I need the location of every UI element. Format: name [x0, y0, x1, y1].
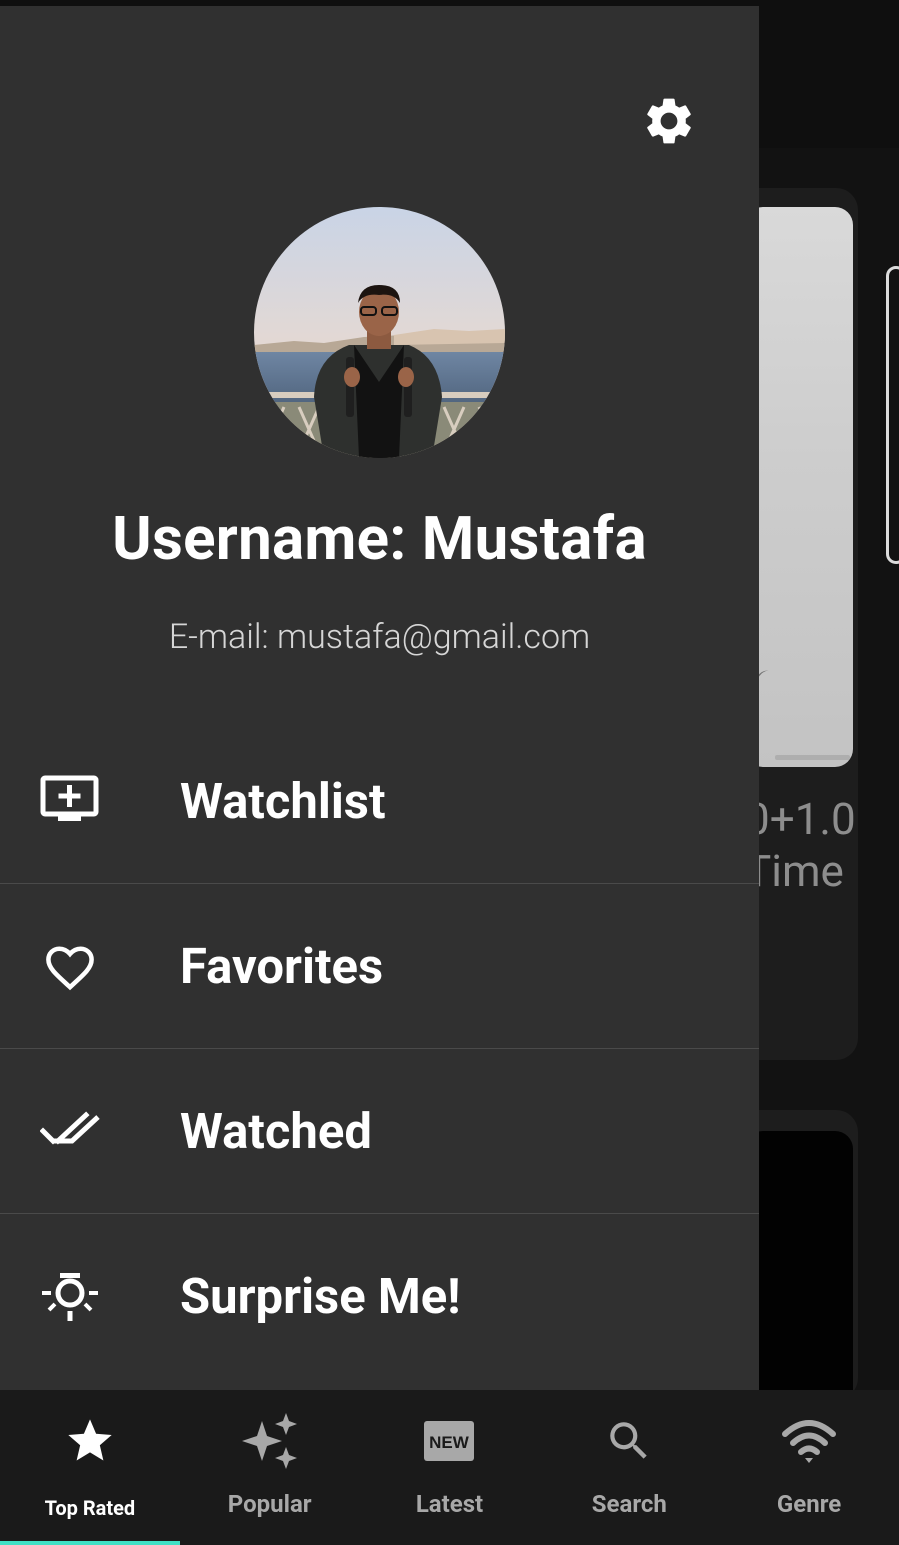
nav-label-genre: Genre	[776, 1490, 842, 1518]
menu-item-favorites[interactable]: Favorites	[0, 884, 759, 1049]
nav-label-top-rated: Top Rated	[44, 1496, 136, 1520]
new-badge-icon: NEW	[360, 1408, 540, 1474]
star-icon	[0, 1408, 180, 1474]
lightbulb-icon	[36, 1263, 104, 1331]
tv-add-icon	[36, 767, 104, 835]
poster-credit	[775, 755, 850, 760]
navigation-drawer: Username: Mustafa E-mail: mustafa@gmail.…	[0, 6, 759, 1390]
drawer-menu: Watchlist Favorites Watched Surprise Me!	[0, 719, 759, 1379]
wifi-icon	[719, 1408, 899, 1474]
sparkles-icon	[180, 1408, 360, 1474]
nav-popular[interactable]: Popular	[180, 1390, 360, 1545]
menu-label-watchlist: Watchlist	[180, 772, 386, 830]
nav-top-rated[interactable]: Top Rated	[0, 1390, 180, 1545]
svg-text:NEW: NEW	[430, 1433, 471, 1452]
nav-search[interactable]: Search	[539, 1390, 719, 1545]
gear-icon	[641, 93, 697, 153]
nav-label-popular: Popular	[227, 1490, 312, 1518]
movie-poster	[745, 1131, 853, 1390]
double-check-icon	[36, 1097, 104, 1165]
movie-subtitle-text: Time	[745, 845, 844, 897]
menu-item-watchlist[interactable]: Watchlist	[0, 719, 759, 884]
search-icon	[539, 1408, 719, 1474]
menu-label-favorites: Favorites	[180, 937, 384, 995]
nav-label-latest: Latest	[415, 1490, 484, 1518]
nav-latest[interactable]: NEW Latest	[360, 1390, 540, 1545]
nav-genre[interactable]: Genre	[719, 1390, 899, 1545]
nav-label-search: Search	[591, 1490, 667, 1518]
menu-label-surprise: Surprise Me!	[180, 1268, 461, 1325]
menu-item-watched[interactable]: Watched	[0, 1049, 759, 1214]
menu-item-surprise[interactable]: Surprise Me!	[0, 1214, 759, 1379]
movie-rating-text: 0+1.0	[745, 793, 856, 845]
profile-username: Username: Mustafa	[112, 503, 647, 574]
scrollbar[interactable]	[886, 266, 899, 564]
profile-email: E-mail: mustafa@gmail.com	[168, 617, 591, 657]
bottom-navigation: Top Rated Popular NEW Latest Search Genr…	[0, 1390, 899, 1545]
heart-icon	[36, 932, 104, 1000]
active-tab-indicator	[0, 1541, 180, 1545]
menu-label-watched: Watched	[180, 1102, 372, 1160]
avatar[interactable]	[254, 207, 505, 458]
settings-button[interactable]	[640, 94, 698, 152]
